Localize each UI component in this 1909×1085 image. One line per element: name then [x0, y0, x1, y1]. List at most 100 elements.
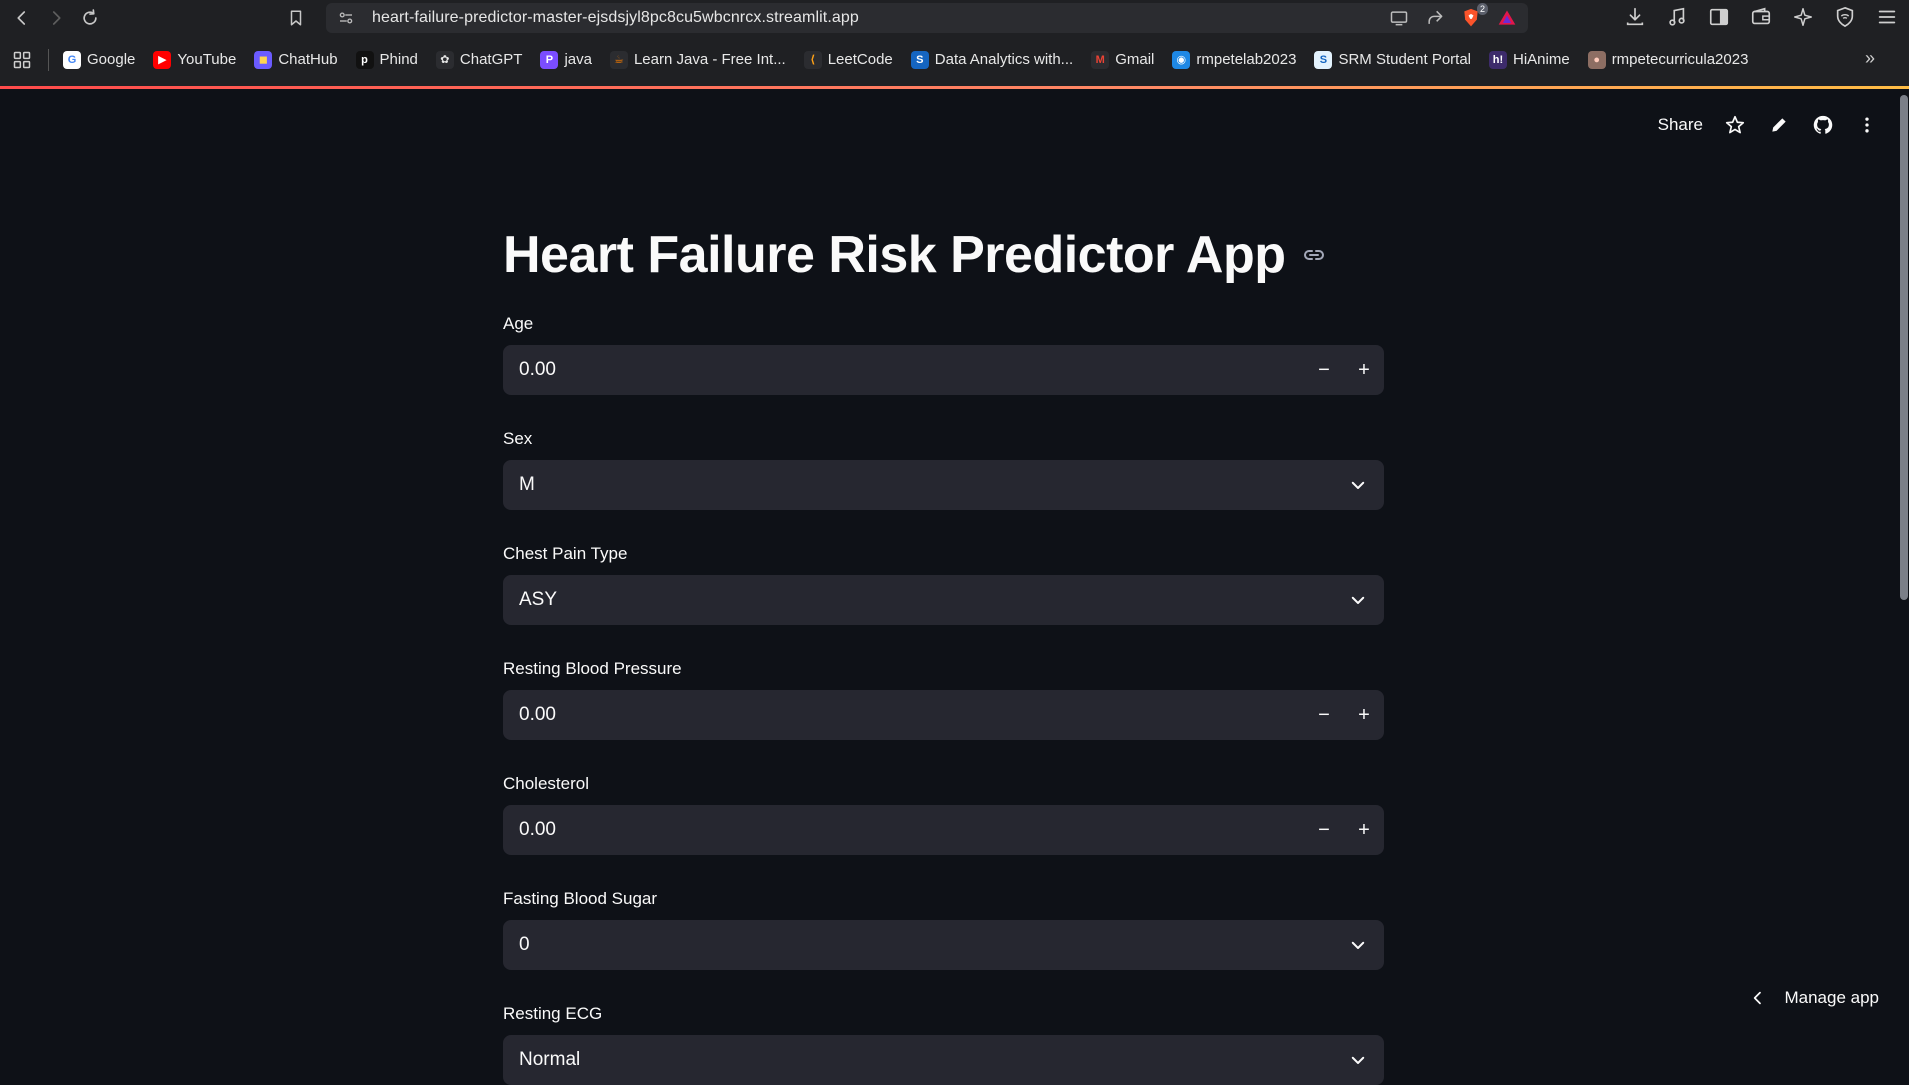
chevron-down-icon	[1346, 588, 1370, 612]
chest-pain-select[interactable]: ASY	[503, 575, 1384, 625]
sex-value: M	[519, 474, 535, 495]
manage-app-button[interactable]: Manage app	[1750, 988, 1879, 1008]
wallet-icon[interactable]	[1749, 5, 1773, 29]
chevron-left-icon	[1754, 991, 1762, 1005]
share-page-icon[interactable]	[1424, 7, 1446, 29]
bookmark-label: rmpetecurricula2023	[1611, 51, 1749, 68]
forward-button[interactable]	[42, 4, 70, 32]
apps-grid-icon[interactable]	[10, 48, 34, 72]
cholesterol-field: Cholesterol 0.00 − +	[503, 773, 1384, 855]
bookmark-item[interactable]: ◉ rmpetelab2023	[1170, 45, 1306, 75]
app-page: Share Heart Failure Risk Predictor App A…	[0, 89, 1909, 1085]
chevron-down-icon	[1346, 1048, 1370, 1072]
age-label: Age	[503, 314, 534, 333]
cholesterol-label: Cholesterol	[503, 774, 589, 793]
bookmark-item[interactable]: ● rmpetecurricula2023	[1586, 45, 1759, 75]
fasting-bs-select[interactable]: 0	[503, 920, 1384, 970]
bookmark-item[interactable]: S Data Analytics with...	[909, 45, 1083, 75]
bookmark-item[interactable]: M Gmail	[1089, 45, 1164, 75]
url-text[interactable]: heart-failure-predictor-master-ejsdsjyl8…	[372, 9, 859, 27]
bookmark-item[interactable]: ◼ ChatHub	[252, 45, 347, 75]
bookmark-item[interactable]: ▶ YouTube	[151, 45, 246, 75]
star-icon[interactable]	[1723, 113, 1747, 137]
cholesterol-decrement-button[interactable]: −	[1304, 805, 1344, 855]
resting-bp-number-input[interactable]: 0.00 − +	[503, 690, 1384, 740]
chest-pain-field: Chest Pain Type ASY	[503, 543, 1384, 625]
age-stepper: − +	[1304, 345, 1384, 395]
resting-ecg-select[interactable]: Normal	[503, 1035, 1384, 1085]
edit-pencil-icon[interactable]	[1767, 113, 1791, 137]
chathub-icon: ◼	[254, 50, 273, 69]
bookmark-item[interactable]: p Phind	[354, 45, 428, 75]
rmpetecurricula-icon: ●	[1587, 50, 1606, 69]
more-vertical-icon[interactable]	[1855, 113, 1879, 137]
bookmark-page-button[interactable]	[282, 4, 310, 32]
sex-select[interactable]: M	[503, 460, 1384, 510]
site-settings-icon[interactable]	[336, 8, 356, 28]
bookmark-label: Gmail	[1115, 51, 1155, 68]
cast-icon[interactable]	[1388, 7, 1410, 29]
vpn-icon[interactable]	[1833, 5, 1857, 29]
share-button[interactable]: Share	[1658, 115, 1703, 135]
bookmark-label: ChatGPT	[459, 51, 523, 68]
brave-shields-icon[interactable]: 2	[1460, 3, 1488, 29]
bookmark-item[interactable]: Pjava	[538, 45, 602, 75]
fasting-bs-field: Fasting Blood Sugar 0	[503, 888, 1384, 970]
chevron-down-icon	[1346, 473, 1370, 497]
resting-bp-increment-button[interactable]: +	[1344, 690, 1384, 740]
scrollbar-thumb[interactable]	[1900, 95, 1908, 600]
bookmark-label: Phind	[379, 51, 418, 68]
data-analytics-icon: S	[910, 50, 929, 69]
fasting-bs-label: Fasting Blood Sugar	[503, 889, 658, 908]
java-icon: P	[540, 50, 559, 69]
sex-field: Sex M	[503, 428, 1384, 510]
chatgpt-icon: ✿	[435, 50, 454, 69]
youtube-icon: ▶	[153, 50, 172, 69]
resting-bp-value[interactable]: 0.00	[519, 704, 556, 726]
page-title-text: Heart Failure Risk Predictor App	[503, 226, 1286, 284]
cholesterol-increment-button[interactable]: +	[1344, 805, 1384, 855]
cholesterol-number-input[interactable]: 0.00 − +	[503, 805, 1384, 855]
main-content: Heart Failure Risk Predictor App Age 0.0…	[503, 229, 1384, 1085]
resting-bp-decrement-button[interactable]: −	[1304, 690, 1344, 740]
phind-icon: p	[355, 50, 374, 69]
age-value[interactable]: 0.00	[519, 359, 556, 381]
sex-label: Sex	[503, 429, 533, 448]
bookmark-item[interactable]: ✿ ChatGPT	[434, 45, 533, 75]
chevron-left-icon	[17, 11, 26, 25]
back-button[interactable]	[8, 4, 36, 32]
srm-portal-icon: S	[1314, 50, 1333, 69]
page-scrollbar[interactable]	[1899, 89, 1909, 1022]
age-decrement-button[interactable]: −	[1304, 345, 1344, 395]
bookmark-item[interactable]: ⟨ LeetCode	[802, 45, 903, 75]
bookmarks-bar: G Google ▶ YouTube ◼ ChatHub p Phind ✿ ChatGPT Pja…	[0, 36, 1909, 86]
sidebar-icon[interactable]	[1707, 5, 1731, 29]
downloads-icon[interactable]	[1623, 5, 1647, 29]
resting-ecg-value: Normal	[519, 1049, 581, 1070]
bookmark-label: Learn Java - Free Int...	[633, 51, 786, 68]
brave-rewards-icon[interactable]	[1496, 7, 1518, 29]
leo-ai-icon[interactable]	[1791, 5, 1815, 29]
menu-icon[interactable]	[1875, 5, 1899, 29]
github-icon[interactable]	[1811, 113, 1835, 137]
age-number-input[interactable]: 0.00 − +	[503, 345, 1384, 395]
bookmark-label: Data Analytics with...	[934, 51, 1074, 68]
chest-pain-label: Chest Pain Type	[503, 544, 628, 563]
bookmark-label: HiAnime	[1513, 51, 1570, 68]
link-anchor-icon[interactable]	[1302, 242, 1328, 268]
more-bookmarks-icon[interactable]: »	[1865, 48, 1875, 69]
reload-button[interactable]	[76, 4, 104, 32]
shield-count-badge: 2	[1476, 3, 1488, 15]
music-icon[interactable]	[1665, 5, 1689, 29]
cholesterol-value[interactable]: 0.00	[519, 819, 556, 841]
bookmark-item[interactable]: S SRM Student Portal	[1312, 45, 1481, 75]
bookmark-item[interactable]: ☕ Learn Java - Free Int...	[608, 45, 796, 75]
bookmark-item[interactable]: h! HiAnime	[1487, 45, 1580, 75]
bookmark-label: SRM Student Portal	[1338, 51, 1471, 68]
bookmark-item[interactable]: G Google	[61, 45, 145, 75]
age-increment-button[interactable]: +	[1344, 345, 1384, 395]
gmail-icon: M	[1091, 50, 1110, 69]
chest-pain-value: ASY	[519, 589, 558, 610]
address-bar[interactable]: heart-failure-predictor-master-ejsdsjyl8…	[326, 3, 1528, 33]
cholesterol-stepper: − +	[1304, 805, 1384, 855]
